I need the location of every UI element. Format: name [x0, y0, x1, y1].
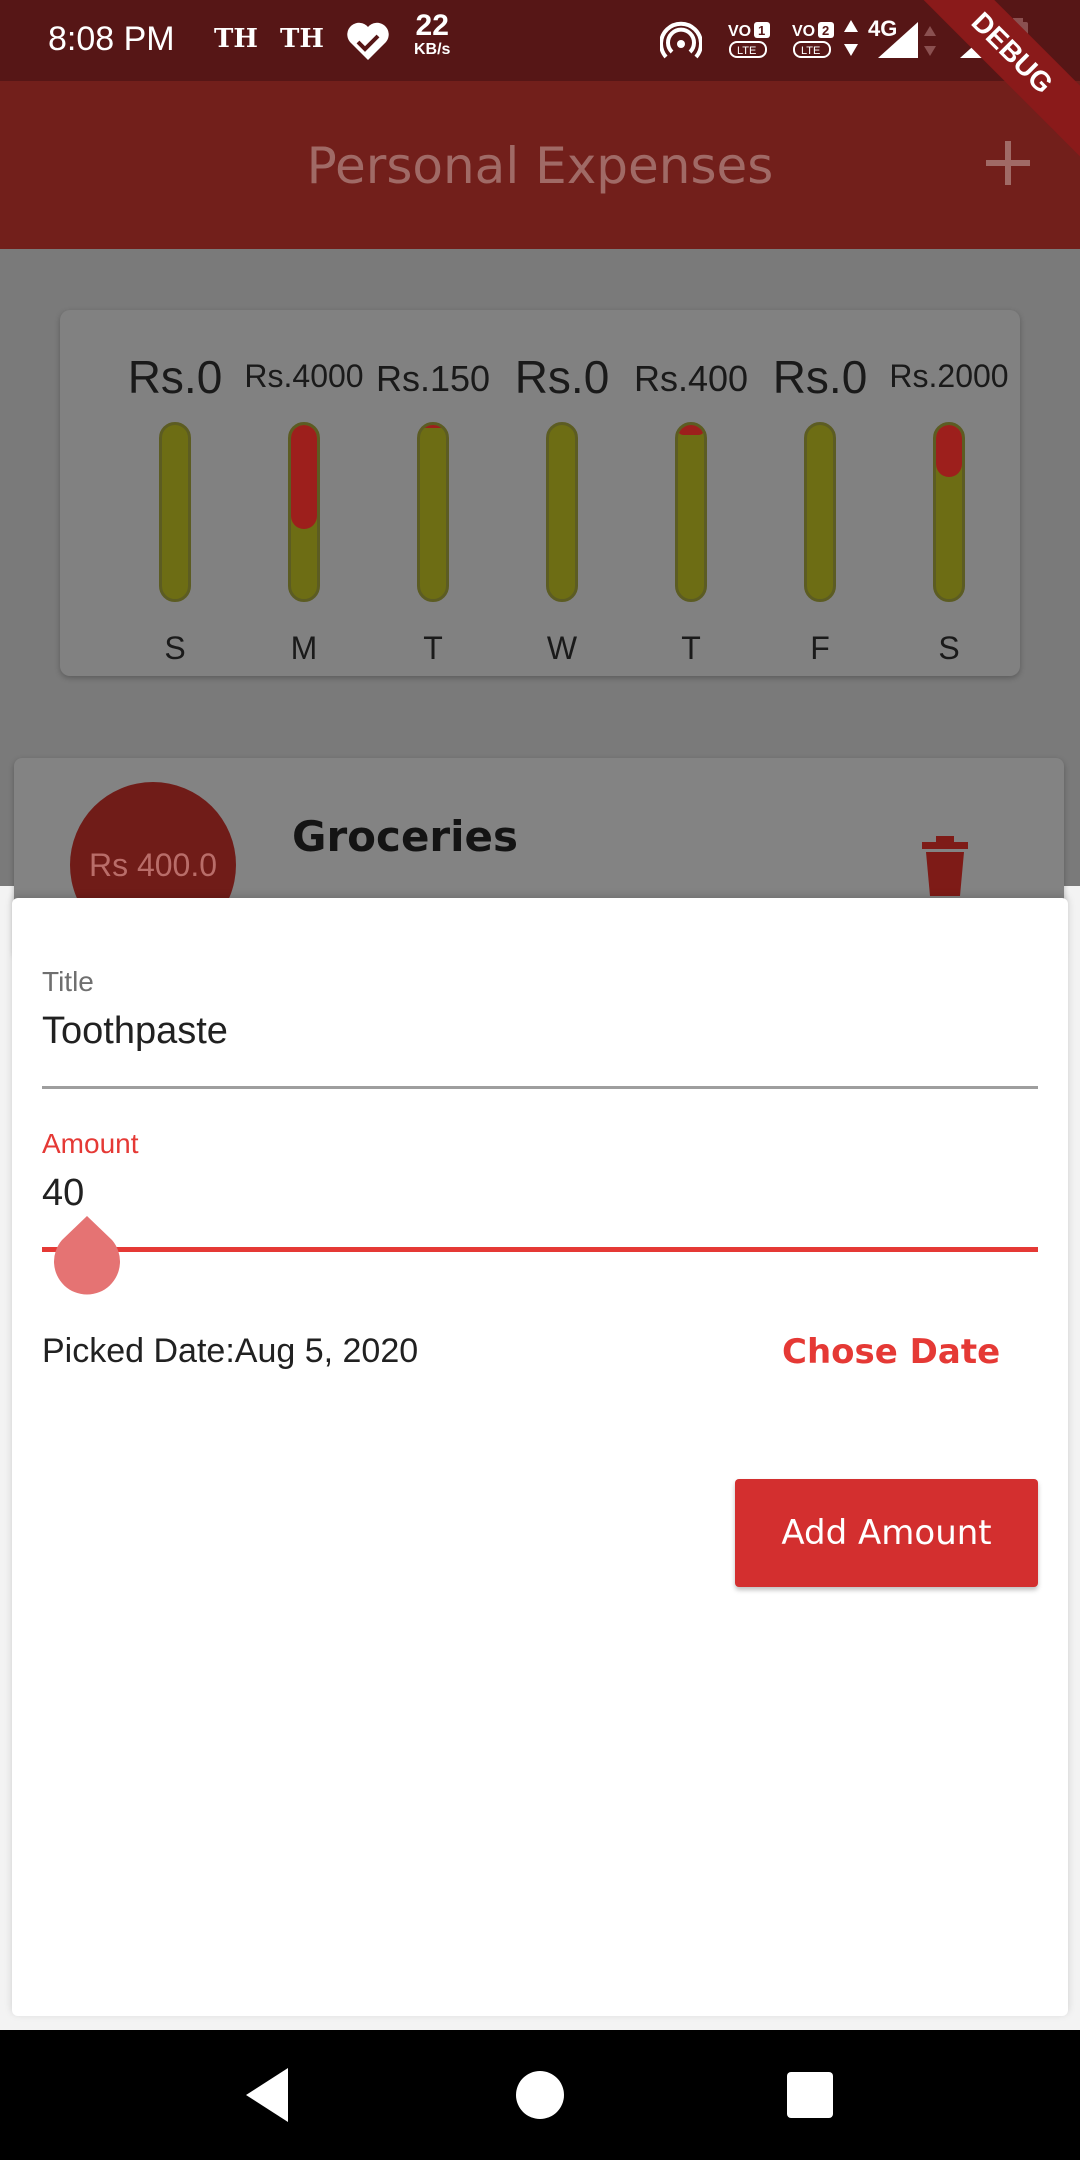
- hotspot-icon: [660, 21, 702, 59]
- amount-field-label: Amount: [42, 1128, 139, 1159]
- chart-bar-amount: Rs.2000: [889, 358, 1009, 394]
- chart-bar-track: [546, 422, 578, 602]
- svg-text:LTE: LTE: [801, 45, 820, 57]
- home-circle-icon[interactable]: [505, 2060, 575, 2130]
- system-nav-bar: [0, 2030, 1080, 2160]
- chart-bar-track: [933, 422, 965, 602]
- carrier-label-2: TH: [280, 24, 324, 54]
- picked-date-text: Picked Date:Aug 5, 2020: [42, 1332, 419, 1370]
- svg-text:LTE: LTE: [737, 45, 756, 57]
- svg-text:VO: VO: [792, 23, 815, 40]
- plus-icon[interactable]: [978, 133, 1038, 193]
- chart-bar-fill: [291, 425, 317, 530]
- chart-bar-day: S: [164, 630, 186, 666]
- volte-1-icon: VO 1 LTE: [728, 22, 770, 58]
- carrier-label-1: TH: [214, 24, 258, 54]
- amount-input[interactable]: [42, 1166, 1038, 1220]
- data-arrows-dim-icon: [924, 26, 936, 56]
- amount-underline: [42, 1247, 1038, 1252]
- chart-bar-track: [288, 422, 320, 602]
- app-title: Personal Expenses: [306, 137, 774, 195]
- chart-bar-day: S: [938, 630, 960, 666]
- chart-bar-track: [417, 422, 449, 602]
- chart-bar-day: M: [290, 630, 318, 666]
- status-bar: 8:08 PM TH TH 22 KB/s VO 1 LTE VO 2 LTE …: [0, 0, 1080, 163]
- transaction-title: Groceries: [292, 812, 519, 861]
- weekly-chart-card: Rs.0 S Rs.4000 M Rs.150 T Rs.0 W Rs.400 T Rs.0 F Rs.…: [60, 310, 1020, 676]
- heart-check-icon: [347, 22, 389, 60]
- back-triangle-icon[interactable]: [232, 2060, 302, 2130]
- chart-bar-track: [159, 422, 191, 602]
- status-time: 8:08 PM: [48, 20, 175, 58]
- chart-bar-6: Rs.2000 S: [884, 340, 1014, 666]
- chart-bar-fill: [678, 425, 704, 436]
- chart-bar-fill: [936, 425, 962, 478]
- add-transaction-sheet: Title Amount Picked Date:Aug 5, 2020 Cho…: [12, 898, 1068, 2016]
- network-speed: 22 KB/s: [414, 11, 451, 62]
- title-field-label: Title: [42, 966, 94, 997]
- chart-bar-track: [675, 422, 707, 602]
- dimmed-backdrop[interactable]: Rs.0 S Rs.4000 M Rs.150 T Rs.0 W Rs.400 T Rs.0 F Rs.…: [0, 249, 1080, 958]
- recents-square-icon[interactable]: [775, 2060, 845, 2130]
- chart-bar-track: [804, 422, 836, 602]
- chose-date-button[interactable]: Chose Date: [782, 1332, 1000, 1372]
- svg-text:1: 1: [758, 23, 765, 38]
- trash-icon[interactable]: [920, 836, 970, 896]
- title-input[interactable]: [42, 1004, 1038, 1058]
- data-arrows-icon: [844, 20, 858, 56]
- volte-2-icon: VO 2 LTE: [792, 22, 834, 58]
- speed-unit: KB/s: [414, 41, 451, 58]
- signal-icon: [878, 22, 918, 58]
- chart-bar-day: T: [681, 630, 701, 666]
- chart-bar-day: W: [546, 630, 578, 666]
- chart-bar-day: T: [423, 630, 443, 666]
- cursor-handle-icon[interactable]: [54, 1216, 120, 1296]
- svg-text:VO: VO: [728, 23, 751, 40]
- add-amount-button[interactable]: Add Amount: [735, 1479, 1038, 1587]
- app-bar: Personal Expenses: [0, 81, 1080, 249]
- chart-bar-fill: [420, 425, 446, 429]
- svg-text:2: 2: [822, 23, 829, 38]
- chart-bar-day: F: [810, 630, 830, 666]
- title-underline: [42, 1086, 1038, 1089]
